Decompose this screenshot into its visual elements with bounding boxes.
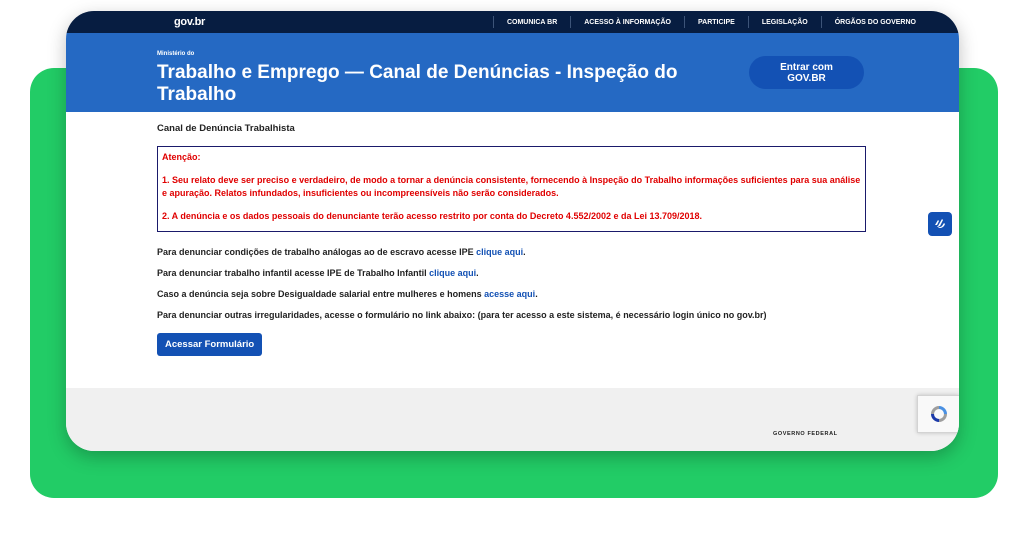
footer-governo-federal: GOVERNO FEDERAL [773, 431, 838, 437]
info-line-suffix: . [535, 289, 538, 299]
section-title: Canal de Denúncia Trabalhista [157, 123, 295, 134]
topnav-acesso-informacao[interactable]: ACESSO À INFORMAÇÃO [570, 16, 684, 28]
link-ipe-infantil[interactable]: clique aqui [429, 268, 476, 278]
attention-alert: Atenção: 1. Seu relato deve ser preciso … [157, 146, 866, 232]
topnav-legislacao[interactable]: LEGISLAÇÃO [747, 16, 821, 28]
gov-topbar: gov.br COMUNICA BR ACESSO À INFORMAÇÃO P… [66, 11, 959, 33]
info-line-text: Caso a denúncia seja sobre Desigualdade … [157, 289, 485, 299]
alert-heading: Atenção: [162, 152, 201, 162]
stage: gov.br COMUNICA BR ACESSO À INFORMAÇÃO P… [0, 0, 1024, 536]
info-line-infantil: Para denunciar trabalho infantil acesse … [157, 268, 866, 278]
info-line-salarial: Caso a denúncia seja sobre Desigualdade … [157, 289, 866, 299]
sign-language-hands-icon-svg [935, 219, 945, 228]
alert-item-2: 2. A denúncia e os dados pessoais do den… [162, 211, 703, 221]
info-line-text: Para denunciar outras irregularidades, a… [157, 310, 767, 320]
info-line-text: Para denunciar trabalho infantil acesse … [157, 268, 430, 278]
recaptcha-logo-svg [930, 406, 947, 422]
link-desigualdade-salarial[interactable]: acesse aqui [484, 289, 535, 299]
info-line-escravo: Para denunciar condições de trabalho aná… [157, 247, 866, 257]
ministry-label: Ministério do [157, 51, 195, 57]
site-footer: GOVERNO FEDERAL [66, 388, 959, 451]
topnav-participe[interactable]: PARTICIPE [683, 16, 748, 28]
main-content: Canal de Denúncia Trabalhista Atenção: 1… [157, 123, 866, 356]
info-line-suffix: . [476, 268, 479, 278]
topnav-orgaos-governo[interactable]: ÓRGÃOS DO GOVERNO [820, 16, 929, 28]
site-header: Ministério do Trabalho e Emprego — Canal… [66, 33, 959, 112]
login-govbr-button[interactable]: Entrar com GOV.BR [749, 56, 864, 89]
info-line-outras: Para denunciar outras irregularidades, a… [157, 310, 866, 320]
device-frame: gov.br COMUNICA BR ACESSO À INFORMAÇÃO P… [66, 11, 959, 451]
info-line-suffix: . [523, 247, 526, 257]
link-ipe-escravo[interactable]: clique aqui [476, 247, 523, 257]
sign-language-hands-icon[interactable] [928, 212, 952, 236]
alert-item-1: 1. Seu relato deve ser preciso e verdade… [162, 175, 861, 198]
top-nav: COMUNICA BR ACESSO À INFORMAÇÃO PARTICIP… [492, 11, 929, 33]
govbr-logo[interactable]: gov.br [174, 16, 205, 28]
topnav-comunica-br[interactable]: COMUNICA BR [492, 16, 570, 28]
access-form-button[interactable]: Acessar Formulário [157, 333, 263, 356]
info-line-text: Para denunciar condições de trabalho aná… [157, 247, 477, 257]
recaptcha-icon[interactable] [917, 395, 959, 433]
page-title: Trabalho e Emprego — Canal de Denúncias … [157, 62, 678, 105]
